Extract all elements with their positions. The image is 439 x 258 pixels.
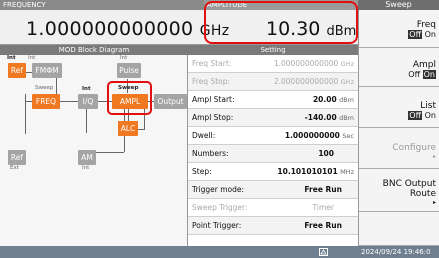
softkey-list-sweep[interactable]: List Off On	[359, 87, 439, 128]
row-unit: MHz	[340, 168, 354, 176]
row-value: 2.000000000000	[273, 77, 339, 86]
frequency-label: FREQUENCY	[0, 0, 204, 10]
softkey-freq-label: Freq	[416, 20, 436, 30]
ref-out-block[interactable]: Ref	[8, 150, 26, 165]
status-bar: 2024/09/24 19:46:0	[0, 246, 439, 258]
network-icon	[319, 248, 328, 256]
row-key: Freq Start:	[192, 59, 232, 68]
row-value: 10.101010101	[277, 167, 338, 176]
int-label: Int	[82, 165, 90, 171]
row-value: Free Run	[304, 185, 342, 194]
diagram-title: MOD Block Diagram	[0, 45, 188, 55]
sweep-highlight-box	[107, 81, 152, 115]
ampl-onoff-toggle[interactable]: Off On	[408, 70, 436, 79]
frequency-readout[interactable]: 1.000000000000 GHz	[26, 18, 229, 40]
softkey-panel-title: Sweep	[358, 0, 439, 10]
setting-row-ampl-stop[interactable]: Ampl Stop: -140.00 dBm	[188, 109, 358, 127]
datetime: 2024/09/24 19:46:0	[361, 248, 431, 256]
freq-on-option: On	[424, 30, 436, 39]
pulse-block[interactable]: Pulse	[117, 63, 141, 78]
setting-row-dwell[interactable]: Dwell: 1.000000000 Sec	[188, 127, 358, 145]
softkey-bnc-label: BNC Output	[382, 179, 436, 189]
connector	[138, 129, 145, 130]
freq-onoff-toggle[interactable]: Off On	[408, 30, 436, 39]
list-on-option: On	[424, 111, 436, 120]
row-value: Timer	[312, 203, 334, 212]
row-key: Point Trigger:	[192, 221, 242, 230]
connector	[57, 101, 78, 102]
setting-row-sweep-trigger[interactable]: Sweep Trigger: Timer	[188, 199, 358, 217]
row-key: Sweep Trigger:	[192, 203, 248, 212]
fm-phim-block[interactable]: FMΦM	[32, 63, 62, 78]
setting-title: Setting	[188, 45, 358, 55]
row-key: Freq Stop:	[192, 77, 231, 86]
list-onoff-toggle[interactable]: Off On	[408, 111, 436, 120]
softkey-ampl-label: Ampl	[412, 60, 436, 70]
amplitude-highlight-box	[204, 1, 358, 44]
softkey-ampl-sweep[interactable]: Ampl Off On	[359, 48, 439, 87]
softkey-configure[interactable]: Configure ▸	[359, 128, 439, 169]
ext-label: Ext	[10, 165, 19, 171]
setting-row-freq-start[interactable]: Freq Start: 1.000000000000 GHz	[188, 55, 358, 73]
row-key: Numbers:	[192, 149, 229, 158]
am-block[interactable]: AM	[78, 150, 96, 165]
row-key: Trigger mode:	[192, 185, 245, 194]
setting-row-freq-stop[interactable]: Freq Stop: 2.000000000000 GHz	[188, 73, 358, 91]
setting-row-step[interactable]: Step: 10.101010101 MHz	[188, 163, 358, 181]
row-unit: GHz	[340, 78, 354, 86]
connector	[96, 152, 124, 153]
ref-block[interactable]: Ref	[8, 63, 26, 78]
submenu-arrow-icon: ▸	[432, 199, 436, 206]
row-value: 1.000000000000	[273, 59, 339, 68]
output-block[interactable]: Output	[154, 94, 187, 109]
setting-row-numbers[interactable]: Numbers: 100	[188, 145, 358, 163]
row-value: Free Run	[304, 221, 342, 230]
list-off-option: Off	[408, 111, 423, 120]
ampl-on-option: On	[422, 70, 436, 79]
softkey-bnc-output-route[interactable]: BNC Output Route ▸	[359, 169, 439, 212]
row-key: Ampl Stop:	[192, 113, 234, 122]
ampl-off-option: Off	[408, 70, 421, 79]
freq-sweep-label: Sweep	[35, 85, 54, 91]
connector	[25, 101, 32, 102]
row-key: Dwell:	[192, 131, 216, 140]
row-value: 1.000000000	[284, 131, 340, 140]
int-label: Int	[82, 86, 91, 92]
alc-block[interactable]: ALC	[118, 121, 138, 136]
row-key: Step:	[192, 167, 212, 176]
iq-block[interactable]: I/Q	[78, 94, 98, 109]
freq-block[interactable]: FREQ	[32, 94, 60, 109]
softkey-route-label: Route	[409, 189, 436, 199]
row-key: Ampl Start:	[192, 95, 235, 104]
mod-block-diagram	[0, 45, 188, 246]
freq-off-option: Off	[408, 30, 423, 39]
row-unit: dBm	[339, 96, 354, 104]
row-unit: GHz	[340, 60, 354, 68]
setting-row-trigger-mode[interactable]: Trigger mode: Free Run	[188, 181, 358, 199]
softkey-configure-label: Configure	[392, 143, 436, 153]
row-value: -140.00	[304, 113, 337, 122]
int-label: Int	[120, 55, 128, 61]
softkey-list-label: List	[420, 101, 436, 111]
frequency-value: 1.000000000000	[26, 18, 194, 40]
softkey-freq-sweep[interactable]: Freq Off On	[359, 10, 439, 48]
row-value: 20.00	[312, 95, 337, 104]
setting-row-point-trigger[interactable]: Point Trigger: Free Run	[188, 217, 358, 235]
int-label: Int	[28, 55, 36, 61]
setting-row-ampl-start[interactable]: Ampl Start: 20.00 dBm	[188, 91, 358, 109]
row-value: 100	[318, 149, 334, 158]
int-label: Int	[7, 55, 16, 61]
submenu-arrow-icon: ▸	[432, 153, 436, 160]
row-unit: dBm	[339, 114, 354, 122]
connector	[25, 94, 26, 134]
row-unit: Sec	[342, 132, 354, 140]
softkey-empty[interactable]	[359, 212, 439, 246]
